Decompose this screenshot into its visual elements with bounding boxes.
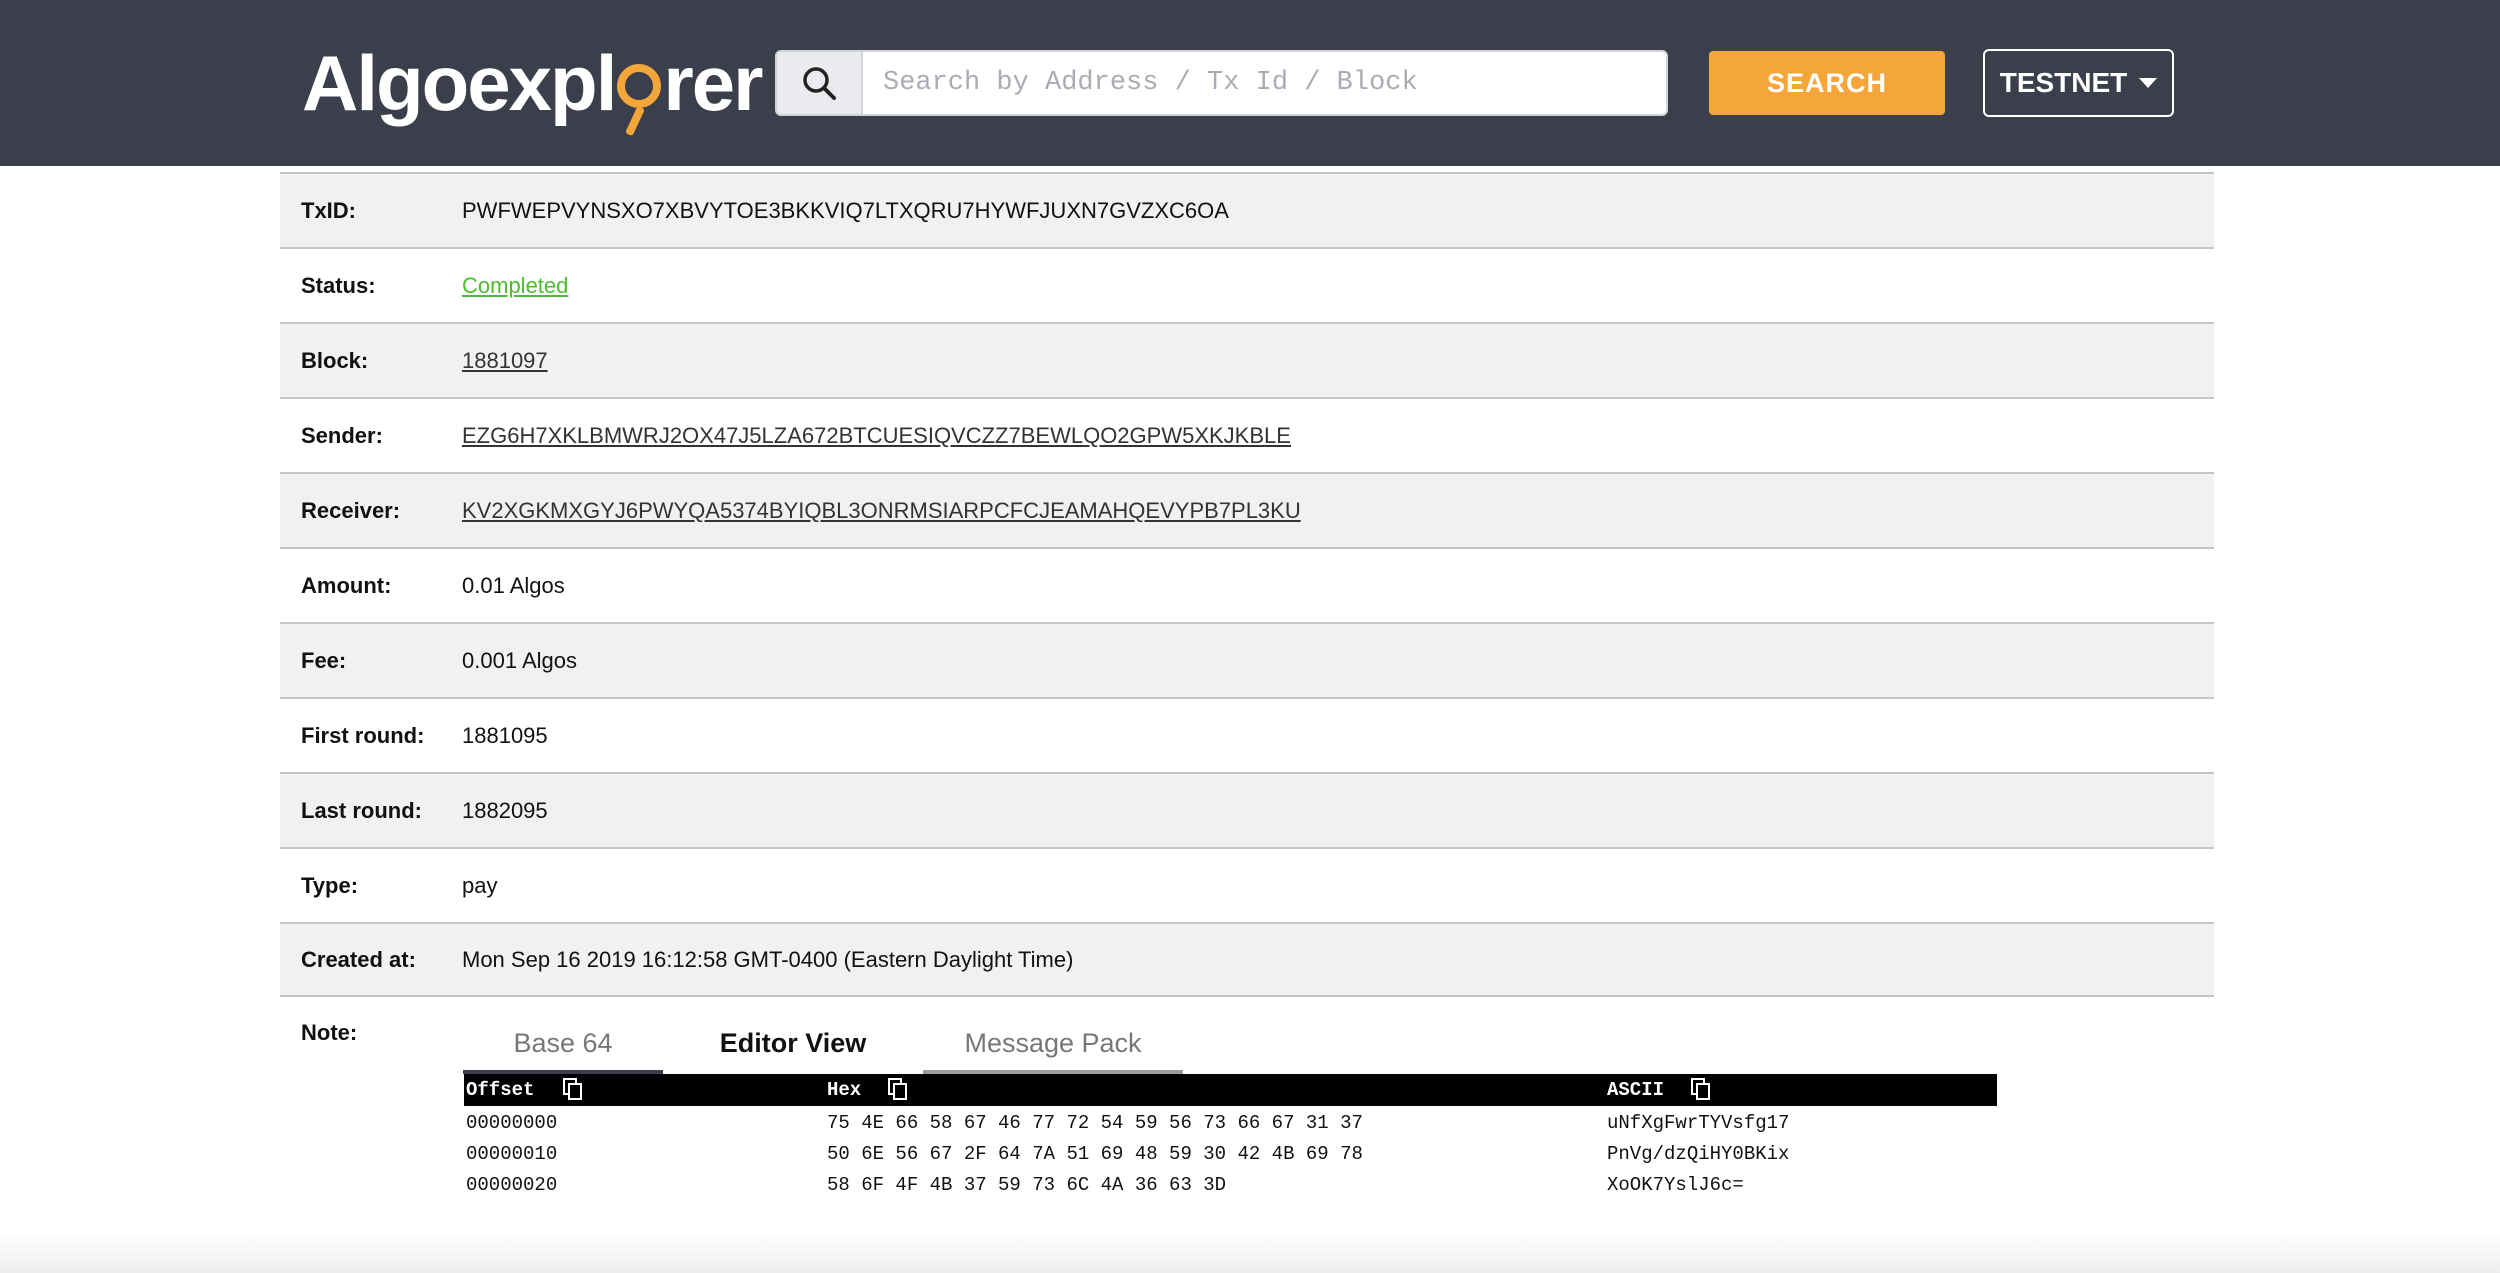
search-icon[interactable]: [777, 52, 863, 114]
detail-label: First round:: [301, 722, 425, 748]
sender-address-link[interactable]: EZG6H7XKLBMWRJ2OX47J5LZA672BTCUESIQVCZZ7…: [462, 423, 1291, 449]
note-label: Note:: [301, 1020, 358, 1045]
first-round-value: 1881095: [462, 722, 548, 748]
hex-viewer: Offset Hex ASCII 00000000 75 4E 66 58 67…: [464, 1074, 1997, 1199]
detail-row-created-at: Created at: Mon Sep 16 2019 16:12:58 GMT…: [280, 922, 2214, 997]
hex-ascii: PnVg/dzQiHY0BKix: [1607, 1143, 1790, 1165]
detail-label: TxID:: [301, 197, 356, 223]
detail-row-receiver: Receiver: KV2XGKMXGYJ6PWYQA5374BYIQBL3ON…: [280, 472, 2214, 547]
detail-row-block: Block: 1881097: [280, 322, 2214, 397]
status-link[interactable]: Completed: [462, 273, 568, 299]
hex-bytes: 75 4E 66 58 67 46 77 72 54 59 56 73 66 6…: [827, 1112, 1363, 1134]
algoexplorer-logo[interactable]: Algoexpl rer: [302, 28, 763, 138]
detail-label: Sender:: [301, 422, 383, 448]
copy-offset-icon[interactable]: [562, 1077, 584, 1101]
detail-row-type: Type: pay: [280, 847, 2214, 922]
magnifier-logo-icon: [617, 64, 662, 108]
detail-label: Fee:: [301, 647, 347, 673]
note-section: Note: Base 64 Editor View Message Pack O…: [280, 998, 2214, 1228]
detail-row-status: Status: Completed: [280, 247, 2214, 322]
hex-offset: 00000010: [466, 1143, 558, 1165]
hex-bytes: 50 6E 56 67 2F 64 7A 51 69 48 59 30 42 4…: [827, 1143, 1363, 1165]
receiver-address-link[interactable]: KV2XGKMXGYJ6PWYQA5374BYIQBL3ONRMSIARPCFC…: [462, 498, 1301, 524]
detail-label: Block:: [301, 347, 369, 373]
created-at-value: Mon Sep 16 2019 16:12:58 GMT-0400 (Easte…: [462, 946, 1074, 972]
amount-value: 0.01 Algos: [462, 572, 565, 598]
detail-label: Last round:: [301, 797, 422, 823]
transaction-details-table: TxID: PWFWEPVYNSXO7XBVYTOE3BKKVIQ7LTXQRU…: [280, 172, 2214, 997]
type-value: pay: [462, 872, 498, 898]
detail-row-sender: Sender: EZG6H7XKLBMWRJ2OX47J5LZA672BTCUE…: [280, 397, 2214, 472]
hex-offset: 00000020: [466, 1174, 558, 1196]
hex-header-row: Offset Hex ASCII: [464, 1074, 1997, 1106]
network-label: TESTNET: [1999, 67, 2128, 98]
copy-hex-icon[interactable]: [887, 1077, 909, 1101]
fee-value: 0.001 Algos: [462, 647, 577, 673]
tab-label: Editor View: [719, 1028, 867, 1058]
detail-row-txid: TxID: PWFWEPVYNSXO7XBVYTOE3BKKVIQ7LTXQRU…: [280, 172, 2214, 247]
tab-base64[interactable]: Base 64: [463, 1026, 663, 1074]
detail-row-last-round: Last round: 1882095: [280, 772, 2214, 847]
hex-header: Hex: [827, 1079, 862, 1101]
txid-value: PWFWEPVYNSXO7XBVYTOE3BKKVIQ7LTXQRU7HYWFJ…: [462, 197, 1229, 223]
hex-row: 00000010 50 6E 56 67 2F 64 7A 51 69 48 5…: [464, 1137, 1997, 1168]
hex-row: 00000000 75 4E 66 58 67 46 77 72 54 59 5…: [464, 1106, 1997, 1137]
ascii-header: ASCII: [1607, 1079, 1665, 1101]
copy-ascii-icon[interactable]: [1690, 1077, 1712, 1101]
offset-header: Offset: [466, 1079, 535, 1101]
detail-row-amount: Amount: 0.01 Algos: [280, 547, 2214, 622]
tab-label: Message Pack: [964, 1028, 1142, 1058]
tab-message-pack[interactable]: Message Pack: [923, 1026, 1183, 1074]
last-round-value: 1882095: [462, 797, 548, 823]
search-input[interactable]: [863, 52, 1666, 114]
note-view-tabs: Base 64 Editor View Message Pack: [463, 1026, 1183, 1074]
detail-row-fee: Fee: 0.001 Algos: [280, 622, 2214, 697]
hex-row: 00000020 58 6F 4F 4B 37 59 73 6C 4A 36 6…: [464, 1168, 1997, 1199]
tab-label: Base 64: [513, 1028, 613, 1058]
logo-text-end: rer: [663, 39, 763, 127]
logo-text-start: Algoexpl: [302, 39, 617, 127]
hex-ascii: XoOK7YslJ6c=: [1607, 1174, 1744, 1196]
detail-label: Amount:: [301, 572, 392, 598]
block-link[interactable]: 1881097: [462, 348, 548, 374]
search-bar: [775, 50, 1668, 116]
detail-label: Status:: [301, 272, 376, 298]
detail-label: Created at:: [301, 946, 416, 972]
caret-down-icon: [2139, 78, 2158, 88]
detail-label: Receiver:: [301, 497, 401, 523]
network-dropdown[interactable]: TESTNET: [1983, 49, 2174, 117]
page-bottom-shadow: [0, 1232, 2500, 1273]
search-button[interactable]: SEARCH: [1709, 51, 1945, 115]
detail-label: Type:: [301, 872, 359, 898]
hex-bytes: 58 6F 4F 4B 37 59 73 6C 4A 36 63 3D: [827, 1174, 1227, 1196]
hex-ascii: uNfXgFwrTYVsfg17: [1607, 1112, 1790, 1134]
top-navbar: Algoexpl rer SEARCH TESTNET: [0, 0, 2500, 166]
tab-editor-view[interactable]: Editor View: [663, 1026, 923, 1074]
detail-row-first-round: First round: 1881095: [280, 697, 2214, 772]
hex-offset: 00000000: [466, 1112, 558, 1134]
